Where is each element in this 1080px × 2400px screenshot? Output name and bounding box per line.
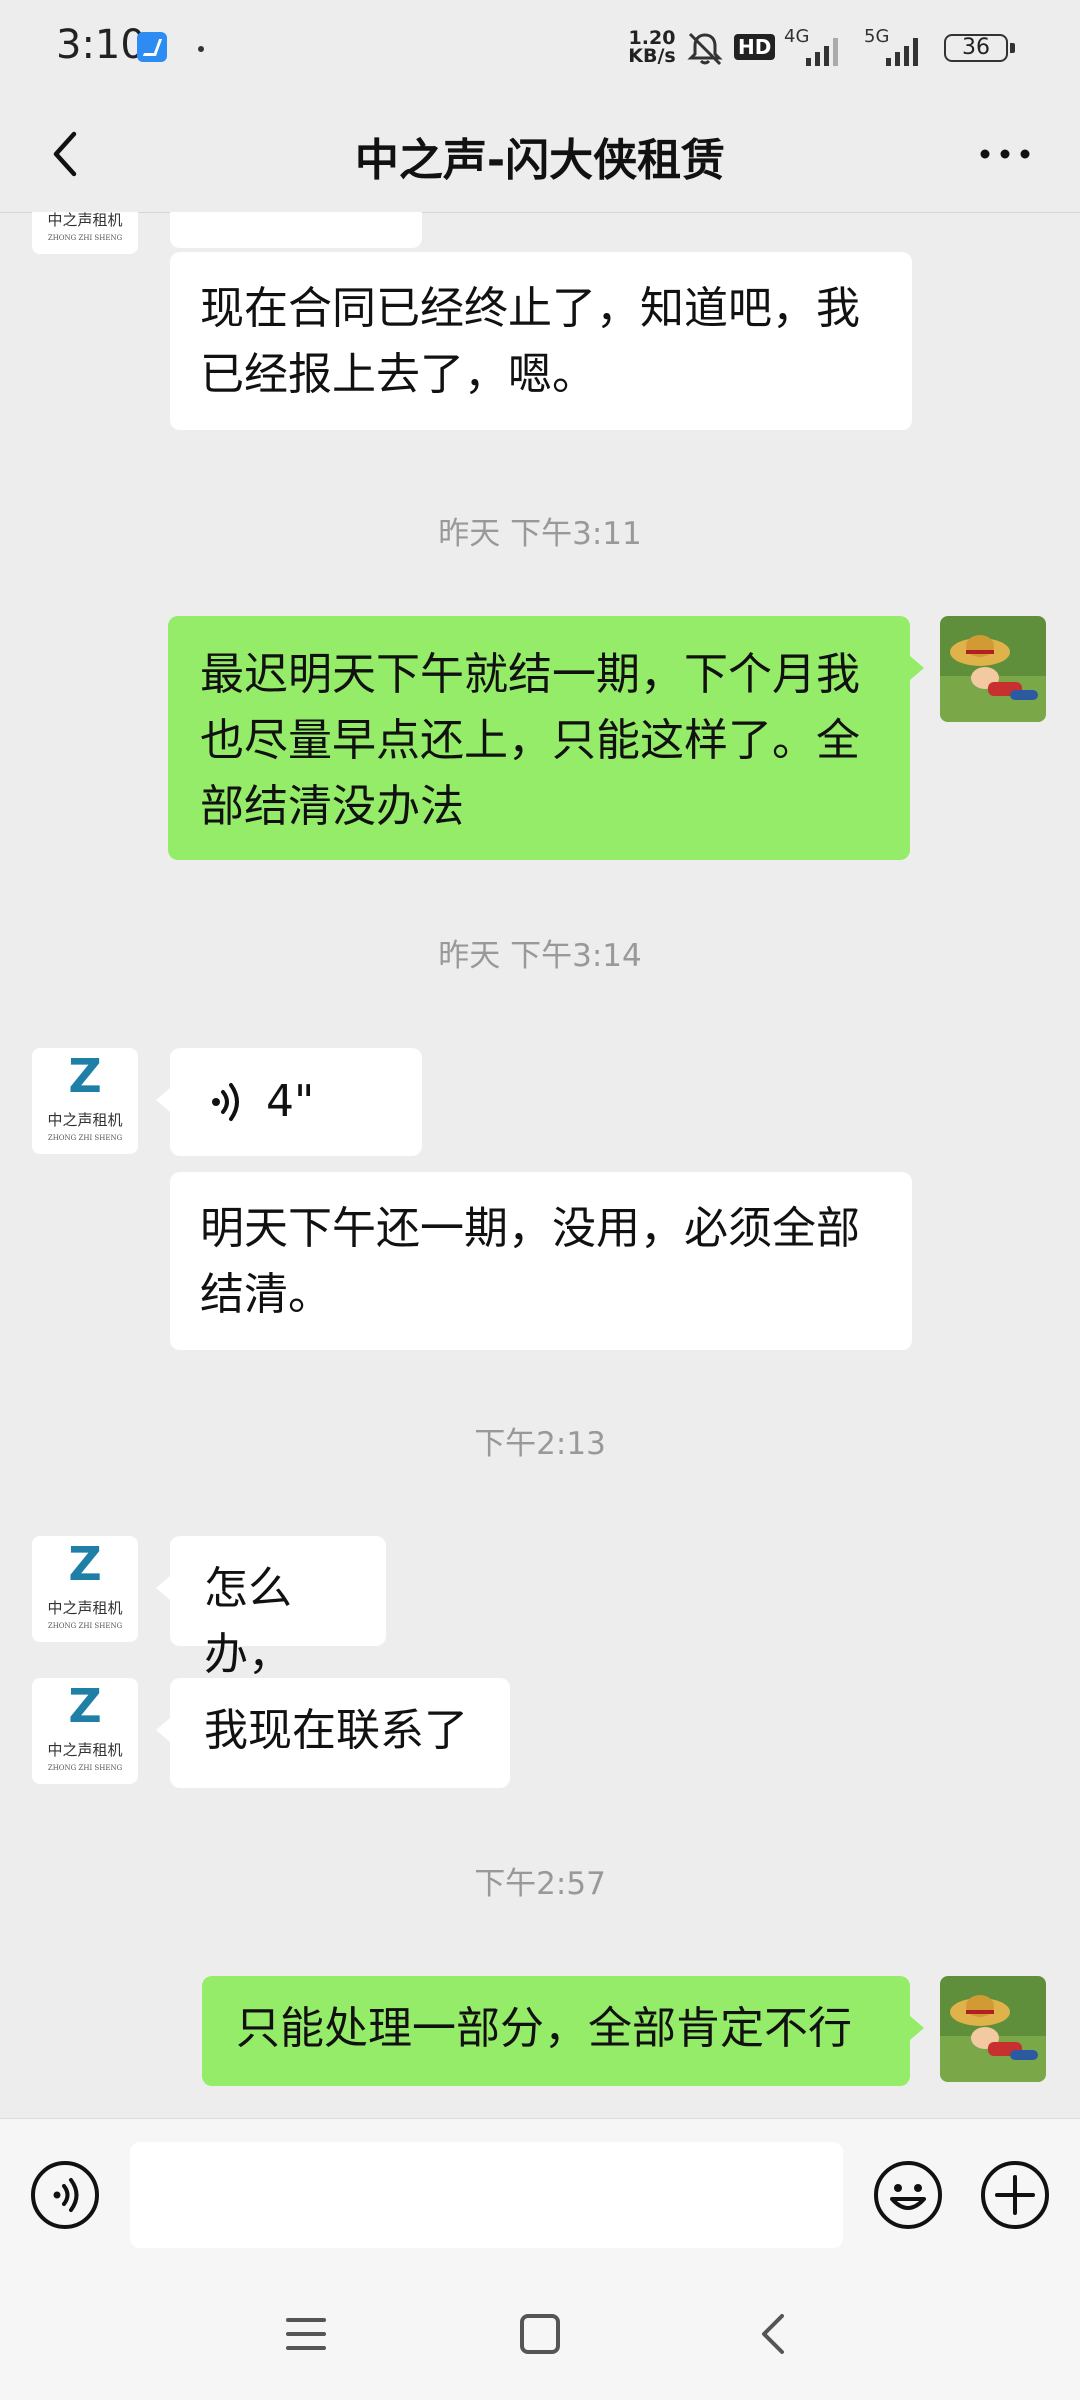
bubble-tail (910, 2016, 924, 2040)
battery-icon: 36 (944, 34, 1015, 62)
bubble-tail (156, 1718, 170, 1742)
avatar-subcaption: ZHONG ZHI SHENG (48, 1764, 123, 1772)
avatar-caption: 中之声租机 (47, 1599, 122, 1617)
message-input[interactable] (130, 2142, 843, 2248)
voice-duration: 4" (266, 1076, 315, 1127)
message-text: 我现在联系了 (204, 1705, 468, 1756)
home-icon[interactable] (510, 2304, 570, 2364)
contact-avatar[interactable]: Z 中之声租机 ZHONG ZHI SHENG (32, 1048, 138, 1154)
plus-icon[interactable] (979, 2159, 1051, 2231)
message-text: 最迟明天下午就结一期，下个月我也尽量早点还上，只能这样了。全部结清没办法 (200, 649, 860, 832)
avatar-logo-letter: Z (68, 1679, 101, 1733)
avatar-logo-letter: Z (68, 1537, 101, 1591)
more-dots-icon[interactable] (975, 134, 1035, 174)
voice-input-icon[interactable] (29, 2159, 101, 2231)
network-speed: 1.20 KB/s (625, 29, 679, 67)
notification-dot-icon (198, 46, 204, 52)
avatar-caption: 中之声租机 (47, 212, 122, 229)
chat-header: 中之声-闪大侠租赁 (0, 96, 1080, 213)
back-icon[interactable] (744, 2304, 804, 2364)
avatar-caption: 中之声租机 (47, 1111, 122, 1129)
emoji-icon[interactable] (872, 2159, 944, 2231)
avatar-subcaption: ZHONG ZHI SHENG (48, 1134, 123, 1142)
avatar-caption: 中之声租机 (47, 1741, 122, 1759)
message-bubble-incoming[interactable]: 明天下午还一期，没用，必须全部结清。 (170, 1172, 912, 1350)
battery-level: 36 (962, 35, 990, 60)
message-bubble-incoming[interactable]: 现在合同已经终止了，知道吧，我已经报上去了，嗯。 (170, 252, 912, 430)
message-bubble-outgoing[interactable]: 只能处理一部分，全部肯定不行 (202, 1976, 910, 2086)
message-timestamp: 昨天 下午3:11 (438, 516, 642, 552)
voice-wave-icon (212, 1083, 239, 1121)
status-bar: 3:10 1.20 KB/s HD 4G 5G 36 (0, 0, 1080, 96)
message-bubble-outgoing[interactable]: 最迟明天下午就结一期，下个月我也尽量早点还上，只能这样了。全部结清没办法 (168, 616, 910, 860)
message-timestamp: 下午2:57 (474, 1866, 606, 1902)
avatar-subcaption: ZHONG ZHI SHENG (48, 1622, 123, 1630)
message-timestamp: 下午2:13 (474, 1426, 606, 1462)
contact-avatar[interactable]: Z 中之声租机 ZHONG ZHI SHENG (32, 212, 138, 254)
my-avatar[interactable] (940, 1976, 1046, 2082)
chat-title: 中之声-闪大侠租赁 (354, 135, 726, 186)
my-avatar[interactable] (940, 616, 1046, 722)
bubble-tail (156, 1088, 170, 1112)
bubble-tail (156, 1576, 170, 1600)
contact-avatar[interactable]: Z 中之声租机 ZHONG ZHI SHENG (32, 1536, 138, 1642)
hd-voice-badge: HD (734, 34, 776, 60)
network-speed-unit: KB/s (628, 45, 676, 67)
app-notification-icon (137, 32, 167, 62)
message-text: 明天下午还一期，没用，必须全部结清。 (200, 1203, 860, 1320)
message-timestamp: 昨天 下午3:14 (438, 938, 642, 974)
voice-message-bubble[interactable]: 4" (170, 1048, 422, 1156)
message-bubble-incoming[interactable]: 我现在联系了 (170, 1678, 510, 1788)
message-bubble-incoming[interactable]: 怎么办， (170, 1536, 386, 1680)
system-navigation-bar (0, 2258, 1080, 2400)
message-text: 现在合同已经终止了，知道吧，我已经报上去了，嗯。 (200, 283, 860, 400)
bubble-tail (910, 656, 924, 680)
avatar-logo-letter: Z (68, 1049, 101, 1103)
message-list[interactable]: Z 中之声租机 ZHONG ZHI SHENG 现在合同已经终止了，知道吧，我已… (0, 212, 1080, 2118)
input-bar (0, 2118, 1080, 2259)
message-bubble-partial[interactable] (170, 212, 422, 248)
status-time: 3:10 (56, 22, 146, 68)
menu-icon[interactable] (276, 2304, 336, 2364)
message-text: 怎么办， (204, 1563, 292, 1680)
message-text: 只能处理一部分，全部肯定不行 (236, 2003, 852, 2054)
mute-bell-icon (687, 32, 723, 66)
contact-avatar[interactable]: Z 中之声租机 ZHONG ZHI SHENG (32, 1678, 138, 1784)
avatar-subcaption: ZHONG ZHI SHENG (48, 234, 123, 242)
